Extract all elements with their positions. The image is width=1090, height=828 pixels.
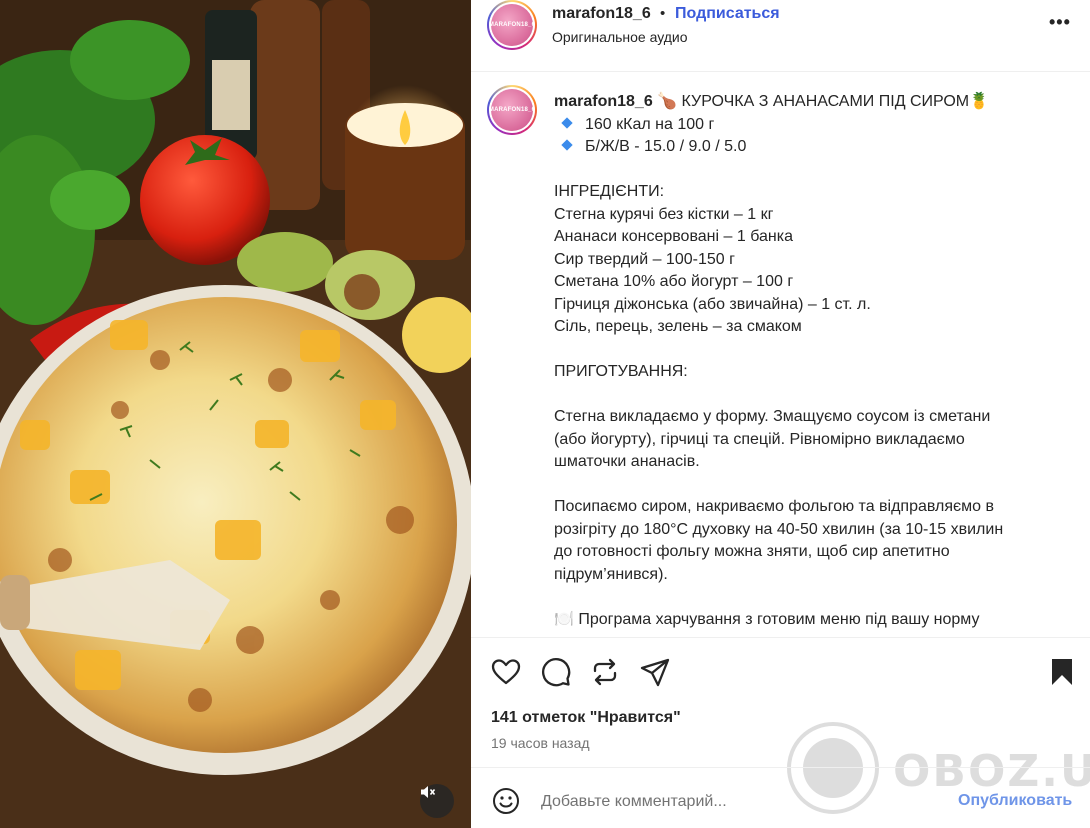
macros-text: Б/Ж/В - 15.0 / 9.0 / 5.0: [585, 138, 747, 155]
ingredient-item: Сметана 10% або йогурт – 100 г: [554, 273, 794, 290]
bookmark-icon[interactable]: [1046, 656, 1078, 688]
caption-username[interactable]: marafon18_6: [554, 93, 653, 110]
caption-scroll-area[interactable]: MARAFON18_6 marafon18_6 🍗 КУРОЧКА З АНАН…: [471, 73, 1090, 637]
avatar[interactable]: MARAFON18_6: [487, 0, 537, 50]
food-photo: [0, 0, 471, 828]
mute-button[interactable]: [420, 784, 454, 818]
more-icon[interactable]: •••: [1049, 12, 1071, 33]
comment-input[interactable]: [541, 790, 941, 814]
ingredient-item: Ананаси консервовані – 1 банка: [554, 228, 793, 245]
step-line: (або йогурту), гірчиці та спецій. Рівном…: [554, 430, 965, 448]
mute-icon: [421, 786, 436, 798]
step-line: підрум’янився).: [554, 565, 668, 583]
share-icon[interactable]: [639, 656, 671, 688]
caption-bullet-line: 160 кКал на 100 г: [554, 114, 1054, 137]
comment-bar: Опубликовать: [471, 767, 1090, 828]
caption-title-line: marafon18_6 🍗 КУРОЧКА З АНАНАСАМИ ПІД СИ…: [554, 91, 1054, 114]
post-actions: 141 отметок "Нравится" 19 часов назад OB…: [471, 637, 1090, 814]
preparation-heading: ПРИГОТУВАННЯ:: [554, 363, 688, 380]
avatar-image: MARAFON18_6: [489, 89, 535, 131]
diamond-icon: [561, 116, 573, 129]
step-line: шматочки ананасів.: [554, 453, 700, 470]
ingredient-item: Стегна курячі без кістки – 1 кг: [554, 205, 774, 223]
caption-title: 🍗 КУРОЧКА З АНАНАСАМИ ПІД СИРОМ🍍: [652, 93, 990, 110]
program-line: 🍽️ Програма харчування з готовим меню пі…: [554, 610, 980, 628]
follow-button[interactable]: Подписаться: [675, 5, 780, 23]
step-line: розігріту до 180°С духовку на 40-50 хвил…: [554, 520, 1004, 538]
separator-dot: •: [660, 5, 666, 22]
publish-button[interactable]: Опубликовать: [958, 792, 1072, 810]
caption-bullet-line: Б/Ж/В - 15.0 / 9.0 / 5.0: [554, 136, 1054, 159]
likes-count[interactable]: 141 отметок "Нравится": [491, 709, 681, 727]
ingredient-item: Сіль, перець, зелень – за смаком: [554, 318, 802, 335]
ingredients-heading: ІНГРЕДІЄНТИ:: [554, 183, 665, 200]
comment-icon[interactable]: [540, 656, 572, 688]
post-details-panel: MARAFON18_6 marafon18_6 • Подписаться Ор…: [471, 0, 1090, 828]
heart-icon[interactable]: [490, 656, 522, 688]
ingredient-item: Гірчиця діжонська (або звичайна) – 1 ст.…: [554, 295, 871, 313]
post-header: MARAFON18_6 marafon18_6 • Подписаться Ор…: [471, 0, 1090, 72]
step-line: Стегна викладаємо у форму. Змащуємо соус…: [554, 408, 991, 425]
post-caption: marafon18_6 🍗 КУРОЧКА З АНАНАСАМИ ПІД СИ…: [554, 91, 1054, 631]
header-username[interactable]: marafon18_6: [552, 5, 651, 23]
caption-avatar[interactable]: MARAFON18_6: [487, 85, 537, 135]
avatar-image: MARAFON18_6: [489, 4, 535, 46]
post-timestamp[interactable]: 19 часов назад: [491, 735, 590, 751]
calories-text: 160 кКал на 100 г: [585, 115, 715, 133]
repost-icon[interactable]: [589, 656, 621, 688]
ingredient-item: Сир твердий – 100-150 г: [554, 250, 735, 268]
audio-label[interactable]: Оригинальное аудио: [552, 29, 688, 45]
step-line: Посипаємо сиром, накриваємо фольгою та в…: [554, 498, 995, 515]
diamond-icon: [561, 139, 573, 151]
post-media[interactable]: [0, 0, 471, 828]
step-line: до готовності фольгу можна зняти, щоб си…: [554, 543, 950, 560]
emoji-icon[interactable]: [492, 787, 520, 815]
